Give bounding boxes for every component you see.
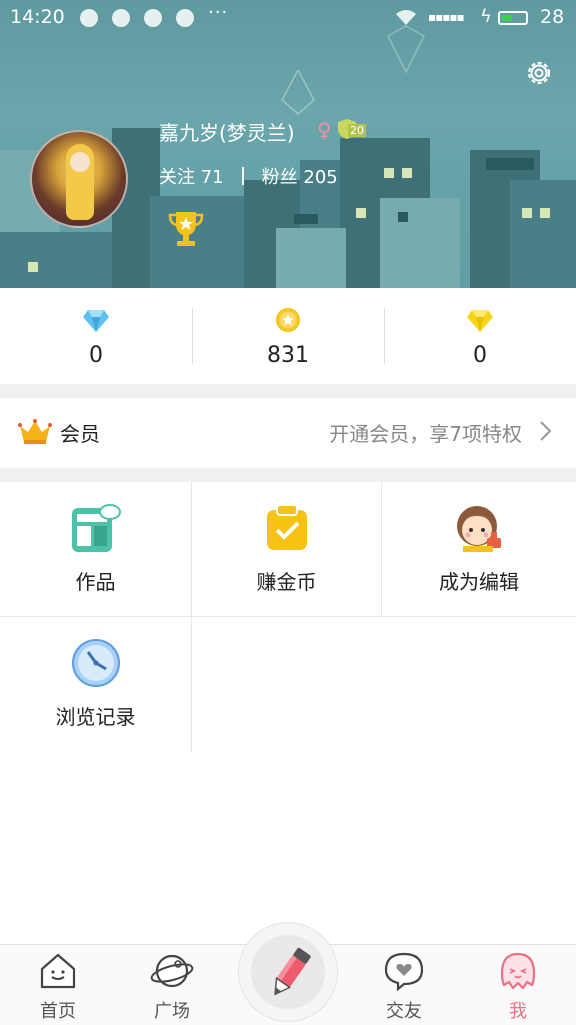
nav-me[interactable]: 我 [468, 945, 568, 1025]
gold-coin-icon [276, 308, 300, 332]
home-icon [40, 953, 76, 989]
works-label: 作品 [75, 570, 116, 594]
building [510, 180, 576, 288]
earn-coins-label: 赚金币 [256, 570, 317, 594]
window [402, 168, 412, 178]
history-clock-icon [71, 639, 120, 687]
window [486, 158, 534, 170]
battery-level: 28 [540, 6, 565, 28]
followers-count: 205 [303, 167, 338, 188]
followers-label: 粉丝 [261, 167, 298, 188]
become-editor-icon [457, 506, 501, 552]
coin-stat[interactable]: 831 [192, 288, 384, 384]
vip-label: 会员 [60, 422, 100, 446]
window [398, 212, 408, 222]
window [540, 208, 550, 218]
following-label: 关注 [159, 167, 195, 188]
building [276, 228, 346, 288]
lantern-decoration [281, 70, 315, 115]
nav-me-label: 我 [509, 1001, 527, 1022]
following-count: 71 [200, 167, 224, 188]
nav-square[interactable]: 广场 [122, 945, 222, 1025]
level-number: 20 [348, 124, 366, 137]
battery-icon [498, 11, 528, 25]
trophy-icon[interactable] [168, 210, 204, 248]
nav-home[interactable]: 首页 [8, 945, 108, 1025]
profile-header: 14:20 ··· ▪▪▪▪▪ ϟ 28 嘉九岁(梦灵兰) ♀ 20 关注 71… [0, 0, 576, 288]
level-badge: 20 [336, 118, 366, 140]
chat-icon [144, 9, 162, 27]
works-cell[interactable]: 作品 [0, 482, 191, 616]
username: 嘉九岁(梦灵兰) [159, 121, 295, 145]
diamond-stat[interactable]: 0 [0, 288, 192, 384]
gender-female-icon: ♀ [317, 118, 332, 142]
works-icon [71, 504, 121, 552]
nav-home-label: 首页 [40, 1001, 76, 1022]
wifi-icon [396, 10, 416, 25]
following-link[interactable]: 关注 71 [159, 167, 224, 188]
building [380, 198, 460, 288]
nav-friends[interactable]: 交友 [354, 945, 454, 1025]
pencil-icon [274, 947, 311, 996]
status-time: 14:20 [10, 6, 65, 28]
coin-count: 831 [267, 343, 309, 368]
window [522, 208, 532, 218]
nav-square-label: 广场 [154, 1001, 190, 1022]
divider [241, 167, 244, 185]
window [294, 214, 318, 224]
yellow-diamond-icon [467, 310, 493, 332]
diamond-count: 0 [89, 343, 103, 368]
compose-button[interactable] [238, 922, 338, 1022]
avatar[interactable] [30, 130, 128, 228]
become-editor-cell[interactable]: 成为编辑 [382, 482, 576, 616]
vip-promo-text: 开通会员，享7项特权 [329, 422, 522, 446]
wallet-stats: 0 831 0 [0, 288, 576, 384]
app-notification-icon [176, 9, 194, 27]
history-label: 浏览记录 [55, 705, 136, 729]
more-notifications-icon: ··· [208, 2, 229, 23]
settings-gear-icon[interactable] [524, 58, 554, 88]
feature-grid: 作品 赚金币 成为编辑 浏览记录 [0, 482, 576, 752]
chevron-right-icon [540, 421, 552, 441]
window [28, 262, 38, 272]
followers-link[interactable]: 粉丝 205 [262, 167, 338, 188]
paw-icon [112, 9, 130, 27]
charging-icon: ϟ [480, 6, 492, 27]
nav-friends-label: 交友 [386, 1001, 422, 1022]
blue-diamond-icon [83, 310, 109, 332]
message-icon [80, 9, 98, 27]
window [384, 168, 394, 178]
planet-icon [150, 954, 194, 988]
earn-coins-icon [266, 504, 307, 550]
friends-chat-heart-icon [384, 952, 424, 991]
vip-row[interactable]: 会员 开通会员，享7项特权 [0, 398, 576, 468]
gem-stat[interactable]: 0 [384, 288, 576, 384]
status-bar: 14:20 ··· ▪▪▪▪▪ ϟ 28 [0, 0, 576, 36]
follow-stats: 关注 71 粉丝 205 [159, 163, 338, 189]
history-cell[interactable]: 浏览记录 [0, 617, 191, 752]
signal-icon: ▪▪▪▪▪ [428, 10, 465, 24]
window [356, 208, 366, 218]
avatar-face [70, 152, 90, 172]
empty-cell [192, 617, 576, 752]
earn-coins-cell[interactable]: 赚金币 [192, 482, 381, 616]
octopus-me-icon [500, 952, 536, 990]
gem-count: 0 [473, 343, 487, 368]
crown-icon [18, 419, 52, 444]
become-editor-label: 成为编辑 [439, 570, 519, 594]
